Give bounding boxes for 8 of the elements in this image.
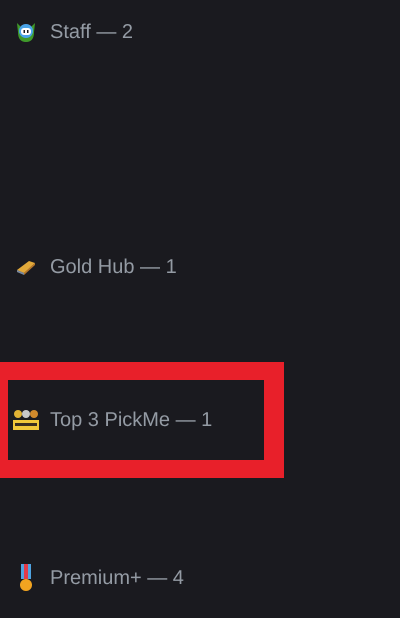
- mascot-icon: [14, 20, 38, 44]
- ingot-icon: [15, 258, 37, 276]
- role-header: Premium+ — 4: [50, 568, 184, 588]
- podium-icon: [11, 408, 41, 432]
- role-header: Staff — 2: [50, 22, 134, 42]
- role-header: Top 3 PickMe — 1: [50, 410, 212, 430]
- medal-icon: [18, 563, 34, 593]
- role-header: Gold Hub — 1: [50, 257, 177, 277]
